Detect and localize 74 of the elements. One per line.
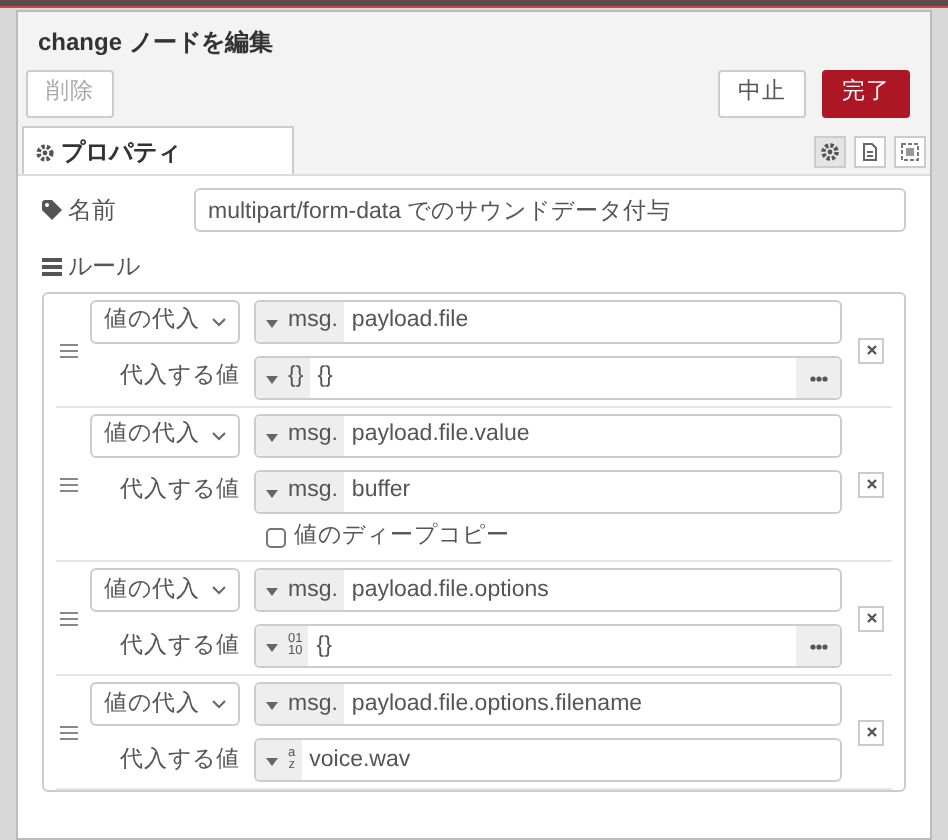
drag-handle-icon[interactable] [60, 477, 78, 492]
gear-icon [820, 142, 840, 162]
caret-icon [264, 371, 280, 385]
list-icon [42, 257, 62, 275]
expand-button[interactable] [796, 358, 840, 398]
type-select[interactable]: msg. [256, 302, 344, 342]
type-select[interactable]: msg. [256, 416, 344, 456]
frame-icon [900, 142, 920, 162]
gear-icon [36, 144, 54, 163]
typed-input-field[interactable]: msg. payload.file.options.filename [254, 682, 842, 727]
caret-icon [264, 485, 280, 499]
value-label: 代入する値 [118, 475, 240, 507]
remove-button[interactable] [858, 471, 884, 498]
type-select[interactable]: msg. [256, 570, 344, 611]
type-select[interactable]: msg. [256, 472, 344, 512]
value-label: 代入する値 [118, 745, 240, 776]
document-icon [860, 142, 880, 162]
typed-input-field[interactable]: msg. payload.file [254, 300, 842, 344]
typed-input-field[interactable]: msg. buffer [254, 470, 842, 514]
caret-icon [264, 315, 280, 329]
caret-icon [264, 429, 280, 443]
close-icon [865, 478, 877, 491]
ellipsis-icon [809, 375, 827, 381]
dialog-title: change ノードを編集 [18, 12, 930, 64]
action-select[interactable]: 値の代入 [90, 414, 240, 458]
deep-copy-checkbox[interactable] [266, 527, 286, 548]
close-icon [865, 344, 877, 356]
tag-icon [42, 200, 62, 220]
deep-copy-label: 値のディープコピー [294, 520, 510, 552]
field-value: payload.file.options.filename [349, 689, 645, 720]
caret-icon [264, 753, 280, 768]
field-value: payload.file.options [349, 575, 551, 606]
value-label: 代入する値 [118, 361, 240, 393]
close-icon [865, 612, 877, 625]
ellipsis-icon [809, 643, 827, 650]
caret-icon [264, 583, 280, 598]
caret-icon [264, 639, 280, 654]
type-select[interactable]: msg. [256, 684, 344, 725]
expand-button[interactable] [796, 626, 840, 667]
action-select[interactable]: 値の代入 [90, 682, 240, 727]
typed-input-field[interactable]: msg. payload.file.value [254, 414, 842, 458]
field-value: payload.file.value [349, 420, 532, 451]
document-tab-button[interactable] [854, 136, 886, 168]
drag-handle-icon[interactable] [60, 343, 78, 357]
done-button[interactable]: 完了 [822, 70, 910, 118]
caret-icon [264, 697, 280, 712]
frame-tab-button[interactable] [894, 136, 926, 168]
properties-tab[interactable]: プロパティ [22, 126, 294, 174]
action-select[interactable]: 値の代入 [90, 300, 240, 344]
field-value: payload.file [349, 306, 471, 337]
field-value: buffer [349, 476, 413, 507]
field-value: voice.wav [307, 745, 413, 776]
close-icon [865, 726, 877, 739]
chevron-icon [212, 431, 226, 441]
chevron-icon [212, 585, 226, 596]
value-label: 代入する値 [118, 631, 240, 662]
chevron-icon [212, 699, 226, 710]
rules-label: ルール [68, 250, 140, 284]
gear-tab-button[interactable] [814, 136, 846, 168]
type-select[interactable]: {} [256, 358, 310, 398]
action-select[interactable]: 値の代入 [90, 568, 240, 613]
remove-button[interactable] [858, 605, 884, 632]
typed-input-field[interactable]: msg. payload.file.options [254, 568, 842, 613]
typed-input-field[interactable]: {} {} [254, 356, 842, 400]
field-value: {} [314, 631, 334, 662]
remove-button[interactable] [858, 719, 884, 746]
remove-button[interactable] [858, 337, 884, 363]
drag-handle-icon[interactable] [60, 725, 78, 740]
drag-handle-icon[interactable] [60, 611, 78, 626]
name-field[interactable]: multipart/form-data でのサウンドデータ付与 [194, 188, 906, 232]
cancel-button[interactable]: 中止 [718, 70, 806, 118]
field-value: {} [315, 362, 335, 393]
name-label: 名前 [68, 194, 118, 228]
chevron-icon [212, 317, 226, 327]
